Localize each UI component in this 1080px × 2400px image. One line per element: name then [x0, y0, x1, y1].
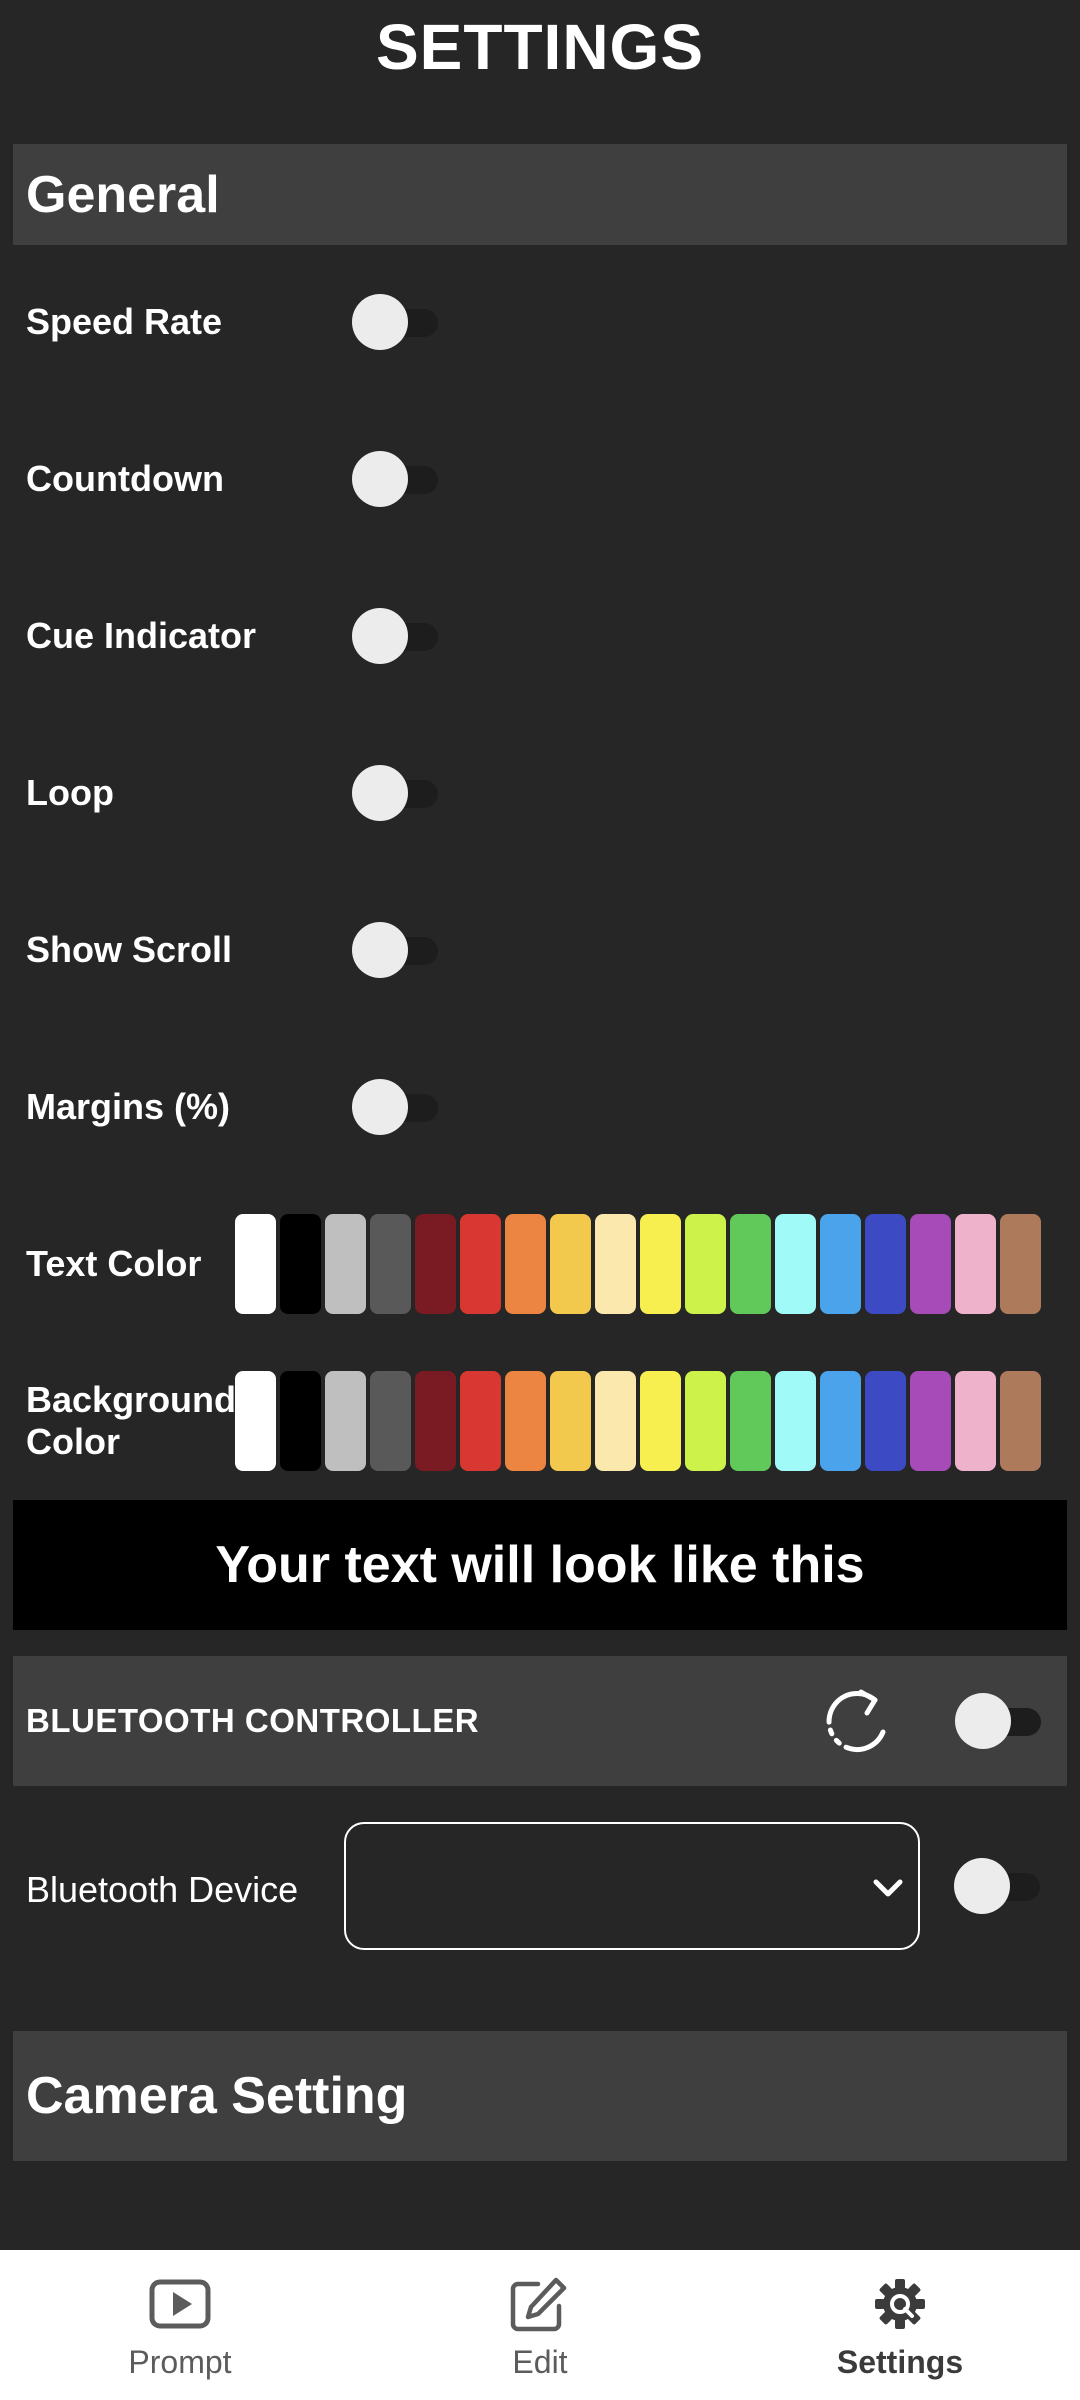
color-swatch[interactable]: [235, 1370, 276, 1471]
page-title: SETTINGS: [375, 11, 705, 83]
nav-label-edit: Edit: [512, 2344, 568, 2380]
general-section-header: General: [13, 144, 1067, 245]
nav-label-prompt: Prompt: [128, 2344, 232, 2380]
camera-section-title: Camera Setting: [26, 2067, 408, 2125]
text-preview: Your text will look like this: [13, 1500, 1067, 1630]
loop-row: Loop: [0, 714, 1080, 871]
color-swatch[interactable]: [235, 1213, 276, 1314]
color-swatch[interactable]: [505, 1213, 546, 1314]
margins-label: Margins (%): [26, 1085, 231, 1127]
chevron-down-icon: [873, 1879, 903, 1897]
speed-rate-label: Speed Rate: [26, 300, 223, 342]
loop-toggle[interactable]: [352, 764, 438, 821]
color-swatch[interactable]: [685, 1370, 726, 1471]
nav-item-prompt[interactable]: Prompt: [0, 2250, 360, 2400]
color-swatch[interactable]: [640, 1370, 681, 1471]
cue-indicator-toggle[interactable]: [352, 607, 438, 664]
text-color-label: Text Color: [26, 1242, 202, 1284]
bluetooth-device-row: Bluetooth Device: [0, 1810, 1080, 1970]
color-swatch[interactable]: [280, 1370, 321, 1471]
color-swatch[interactable]: [910, 1213, 951, 1314]
background-color-palette: [235, 1370, 1041, 1471]
color-swatch[interactable]: [370, 1370, 411, 1471]
toggle-thumb: [352, 921, 408, 978]
show-scroll-row: Show Scroll: [0, 871, 1080, 1028]
bluetooth-controller-toggle[interactable]: [955, 1693, 1041, 1749]
bluetooth-device-select[interactable]: [344, 1822, 920, 1950]
color-swatch[interactable]: [460, 1213, 501, 1314]
background-color-row: Background Color: [0, 1342, 1080, 1499]
nav-item-edit[interactable]: Edit: [360, 2250, 720, 2400]
color-swatch[interactable]: [865, 1370, 906, 1471]
toggle-thumb: [352, 1078, 408, 1135]
bluetooth-section-header: BLUETOOTH CONTROLLER: [13, 1656, 1067, 1786]
show-scroll-label: Show Scroll: [26, 928, 233, 970]
countdown-label: Countdown: [26, 457, 224, 499]
bluetooth-device-toggle[interactable]: [954, 1858, 1040, 1914]
color-swatch[interactable]: [730, 1213, 771, 1314]
background-color-label: Background Color: [26, 1378, 237, 1462]
color-swatch[interactable]: [550, 1213, 591, 1314]
color-swatch[interactable]: [325, 1370, 366, 1471]
toggle-thumb: [352, 450, 408, 507]
play-icon: [149, 2279, 211, 2329]
color-swatch[interactable]: [955, 1370, 996, 1471]
margins-row: Margins (%): [0, 1028, 1080, 1185]
general-section-title: General: [26, 165, 220, 224]
color-swatch[interactable]: [280, 1213, 321, 1314]
toggle-thumb: [955, 1693, 1011, 1749]
color-swatch[interactable]: [685, 1213, 726, 1314]
bluetooth-device-label: Bluetooth Device: [26, 1869, 299, 1910]
edit-icon: [510, 2277, 567, 2332]
bluetooth-section-title: BLUETOOTH CONTROLLER: [26, 1702, 480, 1739]
show-scroll-toggle[interactable]: [352, 921, 438, 978]
color-swatch[interactable]: [775, 1213, 816, 1314]
color-swatch[interactable]: [775, 1370, 816, 1471]
bottom-navigation: Prompt Edit Settings: [0, 2250, 1080, 2400]
color-swatch[interactable]: [460, 1370, 501, 1471]
speed-rate-toggle[interactable]: [352, 293, 438, 350]
speed-rate-row: Speed Rate: [0, 243, 1080, 400]
countdown-toggle[interactable]: [352, 450, 438, 507]
color-swatch[interactable]: [910, 1370, 951, 1471]
nav-label-settings: Settings: [836, 2344, 964, 2380]
toggle-thumb: [352, 764, 408, 821]
color-swatch[interactable]: [550, 1370, 591, 1471]
settings-icon: [875, 2279, 925, 2329]
nav-item-settings[interactable]: Settings: [720, 2250, 1080, 2400]
color-swatch[interactable]: [415, 1370, 456, 1471]
color-swatch[interactable]: [415, 1213, 456, 1314]
camera-section-header: Camera Setting: [13, 2031, 1067, 2161]
refresh-icon[interactable]: [823, 1686, 895, 1758]
color-swatch[interactable]: [1000, 1370, 1041, 1471]
text-color-row: Text Color: [0, 1185, 1080, 1342]
color-swatch[interactable]: [820, 1370, 861, 1471]
text-color-palette: [235, 1213, 1041, 1314]
color-swatch[interactable]: [595, 1213, 636, 1314]
toggle-thumb: [352, 293, 408, 350]
toggle-thumb: [352, 607, 408, 664]
color-swatch[interactable]: [1000, 1213, 1041, 1314]
cue-indicator-row: Cue Indicator: [0, 557, 1080, 714]
color-swatch[interactable]: [505, 1370, 546, 1471]
color-swatch[interactable]: [370, 1213, 411, 1314]
color-swatch[interactable]: [865, 1213, 906, 1314]
countdown-row: Countdown: [0, 400, 1080, 557]
color-swatch[interactable]: [730, 1370, 771, 1471]
toggle-thumb: [954, 1858, 1010, 1914]
color-swatch[interactable]: [955, 1213, 996, 1314]
color-swatch[interactable]: [820, 1213, 861, 1314]
margins-toggle[interactable]: [352, 1078, 438, 1135]
color-swatch[interactable]: [640, 1213, 681, 1314]
color-swatch[interactable]: [325, 1213, 366, 1314]
color-swatch[interactable]: [595, 1370, 636, 1471]
cue-indicator-label: Cue Indicator: [26, 614, 257, 656]
loop-label: Loop: [26, 771, 114, 813]
